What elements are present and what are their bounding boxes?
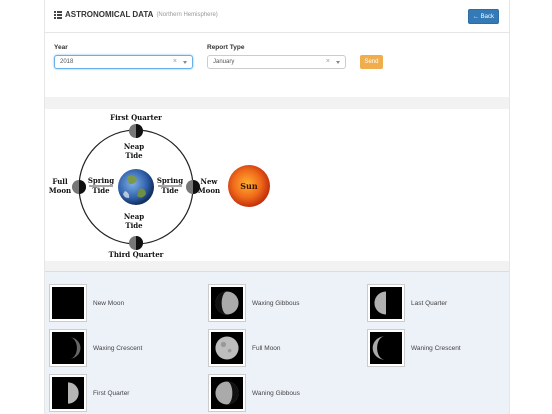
new-moon-label-2: Moon (198, 186, 220, 195)
spring-tide-left-1: Spring (88, 176, 114, 185)
phase-label: New Moon (93, 299, 125, 307)
sun-icon: Sun (228, 165, 270, 207)
section-divider (45, 97, 509, 109)
first-quarter-label: First Quarter (110, 113, 162, 122)
year-value: 2018 (60, 59, 74, 65)
clear-icon[interactable]: × (326, 58, 330, 65)
list-item: New Moon (50, 285, 124, 321)
first-quarter-moon-icon (129, 124, 143, 138)
app-frame: ASTRONOMICAL DATA (Northern Hemisphere) … (44, 0, 510, 414)
phase-label: Last Quarter (411, 299, 448, 307)
waxing-gibbous-icon (209, 285, 245, 321)
sun-label: Sun (240, 181, 258, 191)
new-moon-icon (50, 285, 86, 321)
phase-label: Waxing Crescent (93, 344, 143, 352)
list-item: Waxing Gibbous (209, 285, 299, 321)
new-moon-label-1: New (201, 177, 219, 186)
year-select[interactable]: 2018 × (54, 55, 193, 69)
chevron-down-icon[interactable] (183, 61, 187, 64)
waxing-crescent-icon (50, 330, 86, 366)
page-header: ASTRONOMICAL DATA (Northern Hemisphere) … (45, 0, 509, 33)
report-type-select[interactable]: January × (207, 55, 346, 69)
full-moon-label-1: Full (52, 177, 68, 186)
third-quarter-label: Third Quarter (109, 250, 164, 259)
filter-form: Year 2018 × Report Type January × Send (45, 33, 509, 97)
title-text: ASTRONOMICAL DATA (65, 10, 154, 19)
neap-tide-bottom-2: Tide (125, 221, 143, 230)
title-subtitle: (Northern Hemisphere) (156, 11, 218, 18)
report-type-label: Report Type (207, 44, 245, 51)
year-label: Year (54, 44, 68, 51)
send-button[interactable]: Send (360, 55, 383, 69)
tide-diagram: Sun First Quarter Third Quarter Neap Tid… (45, 109, 509, 261)
first-quarter-icon (50, 375, 86, 411)
list-item: First Quarter (50, 375, 129, 411)
full-moon-icon (209, 330, 245, 366)
spring-tide-right-1: Spring (157, 176, 183, 185)
neap-tide-top-1: Neap (124, 142, 144, 151)
clear-icon[interactable]: × (173, 58, 177, 65)
back-button[interactable]: ← Back (468, 9, 499, 24)
chevron-down-icon[interactable] (336, 61, 340, 64)
full-moon-icon (72, 180, 86, 194)
list-item: Full Moon (209, 330, 281, 366)
phase-label: First Quarter (93, 389, 130, 397)
neap-tide-bottom-1: Neap (124, 212, 144, 221)
neap-tide-top-2: Tide (125, 151, 143, 160)
phase-label: Waning Crescent (411, 344, 461, 352)
list-item: Waxing Crescent (50, 330, 142, 366)
earth-icon (118, 169, 154, 205)
list-item: Last Quarter (368, 285, 447, 321)
phase-label: Waxing Gibbous (252, 299, 300, 307)
page-title: ASTRONOMICAL DATA (Northern Hemisphere) (54, 10, 218, 19)
moon-phases-grid: New Moon Waxing Crescent First Quarter W… (45, 272, 509, 414)
waning-gibbous-icon (209, 375, 245, 411)
third-quarter-moon-icon (129, 236, 143, 250)
list-item: Waning Gibbous (209, 375, 300, 411)
section-divider (45, 261, 509, 272)
waning-crescent-icon (368, 330, 404, 366)
phase-label: Waning Gibbous (252, 389, 300, 397)
spring-tide-left-2: Tide (92, 186, 110, 195)
list-item: Waning Crescent (368, 330, 461, 366)
full-moon-label-2: Moon (49, 186, 71, 195)
spring-tide-right-2: Tide (161, 186, 179, 195)
phase-label: Full Moon (252, 344, 281, 352)
report-type-value: January (213, 59, 235, 65)
list-icon (54, 10, 62, 19)
last-quarter-icon (368, 285, 404, 321)
